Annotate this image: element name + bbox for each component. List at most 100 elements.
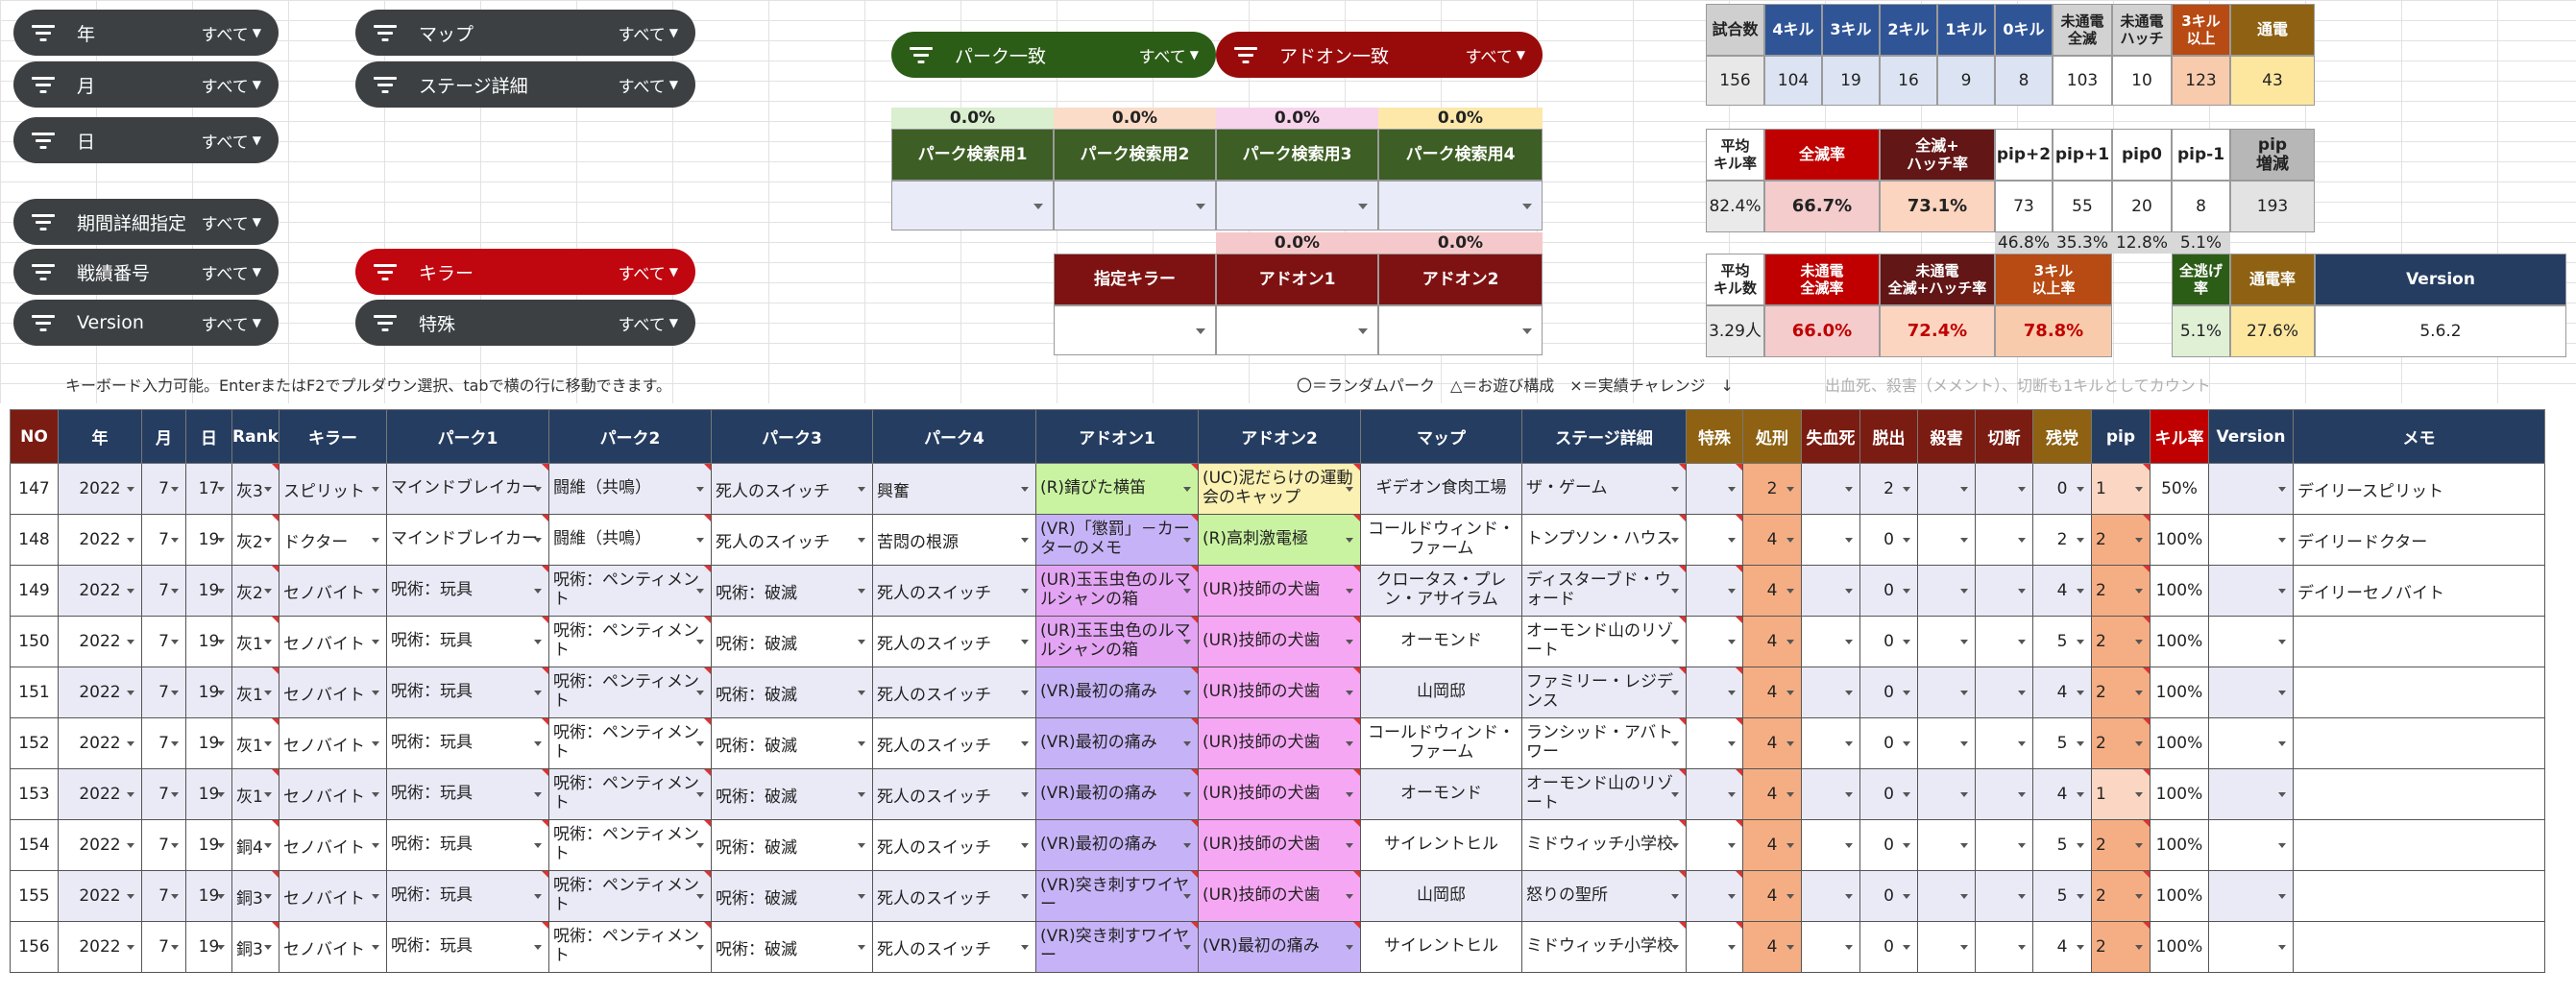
- version-cell[interactable]: [2207, 463, 2294, 515]
- month-cell[interactable]: 7: [141, 667, 186, 718]
- perk3-cell[interactable]: 呪術：破滅: [710, 717, 873, 769]
- pip-cell[interactable]: 2: [2090, 616, 2151, 667]
- escape-cell[interactable]: 0: [1859, 667, 1918, 718]
- killer-cell[interactable]: セノバイト: [278, 565, 387, 617]
- rank-cell[interactable]: 灰2: [231, 514, 279, 566]
- stage-cell[interactable]: ミドウィッチ小学校: [1520, 921, 1687, 973]
- addon1-cell[interactable]: (VR)最初の痛み: [1034, 768, 1199, 820]
- perk4-cell[interactable]: 死人のスイッチ: [871, 768, 1036, 820]
- specified-killer-dropdown[interactable]: [1054, 305, 1216, 355]
- memo-cell[interactable]: [2292, 921, 2545, 973]
- perk3-cell[interactable]: 呪術：破滅: [710, 565, 873, 617]
- perk2-cell[interactable]: 呪術：ペンティメント: [547, 870, 712, 922]
- month-cell[interactable]: 7: [141, 463, 186, 515]
- remaining-cell[interactable]: 4: [2031, 667, 2092, 718]
- filter-map-chip[interactable]: マップ すべて ▼: [355, 10, 695, 56]
- remaining-cell[interactable]: 5: [2031, 717, 2092, 769]
- month-cell[interactable]: 7: [141, 870, 186, 922]
- perk3-cell[interactable]: 呪術：破滅: [710, 819, 873, 871]
- day-cell[interactable]: 19: [185, 768, 232, 820]
- addon2-cell[interactable]: (UR)技師の犬歯: [1197, 870, 1361, 922]
- perk1-cell[interactable]: 呪術：玩具: [385, 921, 549, 973]
- year-cell[interactable]: 2022: [58, 667, 142, 718]
- perk2-cell[interactable]: 呪術：ペンティメント: [547, 819, 712, 871]
- execution-cell[interactable]: 4: [1741, 514, 1802, 566]
- rank-cell[interactable]: 銅4: [231, 819, 279, 871]
- map-cell[interactable]: サイレントヒル: [1359, 921, 1522, 973]
- filter-special-chip[interactable]: 特殊 すべて ▼: [355, 300, 695, 346]
- killer-cell[interactable]: セノバイト: [278, 768, 387, 820]
- killer-cell[interactable]: スピリット: [278, 463, 387, 515]
- remaining-cell[interactable]: 5: [2031, 819, 2092, 871]
- stage-cell[interactable]: ザ・ゲーム: [1520, 463, 1687, 515]
- kill-cell[interactable]: [1916, 514, 1976, 566]
- special-cell[interactable]: [1685, 921, 1743, 973]
- bleed-out-cell[interactable]: [1800, 514, 1860, 566]
- escape-cell[interactable]: 0: [1859, 921, 1918, 973]
- day-cell[interactable]: 19: [185, 921, 232, 973]
- killer-cell[interactable]: ドクター: [278, 514, 387, 566]
- disconnect-cell[interactable]: [1974, 870, 2033, 922]
- special-cell[interactable]: [1685, 565, 1743, 617]
- kill-cell[interactable]: [1916, 921, 1976, 973]
- day-cell[interactable]: 19: [185, 819, 232, 871]
- day-cell[interactable]: 19: [185, 870, 232, 922]
- perk4-cell[interactable]: 苦悶の根源: [871, 514, 1036, 566]
- day-cell[interactable]: 19: [185, 616, 232, 667]
- execution-cell[interactable]: 2: [1741, 463, 1802, 515]
- perk4-cell[interactable]: 死人のスイッチ: [871, 565, 1036, 617]
- perk-search-4-dropdown[interactable]: [1378, 181, 1543, 230]
- special-cell[interactable]: [1685, 616, 1743, 667]
- perk-search-2-dropdown[interactable]: [1054, 181, 1216, 230]
- addon1-search-dropdown[interactable]: [1216, 305, 1378, 355]
- remaining-cell[interactable]: 5: [2031, 616, 2092, 667]
- map-cell[interactable]: 山岡邸: [1359, 870, 1522, 922]
- stage-cell[interactable]: トンプソン・ハウス: [1520, 514, 1687, 566]
- perk1-cell[interactable]: 呪術：玩具: [385, 717, 549, 769]
- perk3-cell[interactable]: 死人のスイッチ: [710, 463, 873, 515]
- stage-cell[interactable]: オーモンド山のリゾート: [1520, 616, 1687, 667]
- remaining-cell[interactable]: 4: [2031, 565, 2092, 617]
- addon2-cell[interactable]: (UR)技師の犬歯: [1197, 768, 1361, 820]
- version-cell[interactable]: [2207, 921, 2294, 973]
- disconnect-cell[interactable]: [1974, 768, 2033, 820]
- version-cell[interactable]: [2207, 870, 2294, 922]
- rank-cell[interactable]: 灰1: [231, 717, 279, 769]
- day-cell[interactable]: 19: [185, 667, 232, 718]
- addon2-cell[interactable]: (UR)技師の犬歯: [1197, 565, 1361, 617]
- year-cell[interactable]: 2022: [58, 870, 142, 922]
- disconnect-cell[interactable]: [1974, 819, 2033, 871]
- rank-cell[interactable]: 灰3: [231, 463, 279, 515]
- kill-cell[interactable]: [1916, 565, 1976, 617]
- perk3-cell[interactable]: 呪術：破滅: [710, 768, 873, 820]
- special-cell[interactable]: [1685, 667, 1743, 718]
- escape-cell[interactable]: 0: [1859, 514, 1918, 566]
- year-cell[interactable]: 2022: [58, 514, 142, 566]
- pip-cell[interactable]: 2: [2090, 717, 2151, 769]
- month-cell[interactable]: 7: [141, 616, 186, 667]
- kill-cell[interactable]: [1916, 768, 1976, 820]
- day-cell[interactable]: 19: [185, 717, 232, 769]
- stage-cell[interactable]: ミドウィッチ小学校: [1520, 819, 1687, 871]
- filter-day-chip[interactable]: 日 すべて ▼: [13, 117, 279, 163]
- special-cell[interactable]: [1685, 819, 1743, 871]
- escape-cell[interactable]: 2: [1859, 463, 1918, 515]
- memo-cell[interactable]: デイリードクター: [2292, 514, 2545, 566]
- perk4-cell[interactable]: 死人のスイッチ: [871, 870, 1036, 922]
- perk4-cell[interactable]: 死人のスイッチ: [871, 717, 1036, 769]
- special-cell[interactable]: [1685, 870, 1743, 922]
- pip-cell[interactable]: 1: [2090, 463, 2151, 515]
- special-cell[interactable]: [1685, 717, 1743, 769]
- perk2-cell[interactable]: 闘維（共鳴）: [547, 463, 712, 515]
- map-cell[interactable]: コールドウィンド・ファーム: [1359, 717, 1522, 769]
- bleed-out-cell[interactable]: [1800, 667, 1860, 718]
- perk-search-1-dropdown[interactable]: [891, 181, 1054, 230]
- stage-cell[interactable]: ファミリー・レジデンス: [1520, 667, 1687, 718]
- perk3-cell[interactable]: 呪術：破滅: [710, 616, 873, 667]
- disconnect-cell[interactable]: [1974, 565, 2033, 617]
- addon2-cell[interactable]: (UR)技師の犬歯: [1197, 717, 1361, 769]
- remaining-cell[interactable]: 0: [2031, 463, 2092, 515]
- addon2-cell[interactable]: (UC)泥だらけの運動会のキャップ: [1197, 463, 1361, 515]
- addon1-cell[interactable]: (UR)玉玉虫色のルマルシャンの箱: [1034, 565, 1199, 617]
- rank-cell[interactable]: 灰2: [231, 565, 279, 617]
